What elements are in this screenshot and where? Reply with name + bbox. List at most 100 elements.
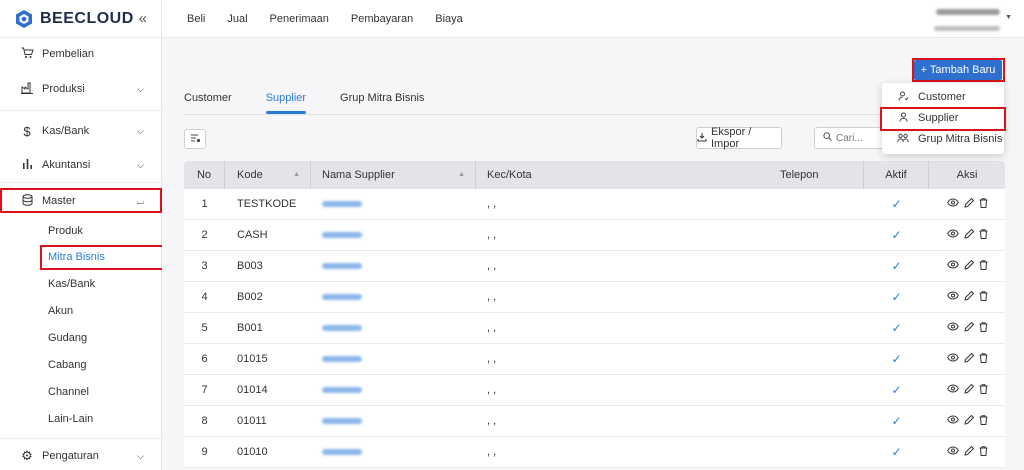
sidebar-sub-gudang[interactable]: Gudang bbox=[48, 329, 87, 347]
table-row[interactable]: 4 B002 , , ✓ bbox=[184, 282, 1005, 313]
search-input[interactable] bbox=[836, 132, 886, 144]
cell-no: 7 bbox=[201, 384, 208, 396]
table-row[interactable]: 9 01010 , , ✓ bbox=[184, 437, 1005, 468]
view-eye-icon[interactable] bbox=[946, 228, 959, 242]
table-row[interactable]: 2 CASH , , ✓ bbox=[184, 220, 1005, 251]
delete-trash-icon[interactable] bbox=[979, 383, 988, 397]
view-eye-icon[interactable] bbox=[946, 352, 959, 366]
sort-icon[interactable]: ▲ bbox=[293, 161, 300, 189]
sidebar-sub-akun[interactable]: Akun bbox=[48, 302, 73, 320]
delete-trash-icon[interactable] bbox=[979, 197, 988, 211]
cell-nama-supplier[interactable] bbox=[311, 384, 476, 396]
supplier-name-redacted[interactable] bbox=[322, 449, 362, 455]
cell-aktif: ✓ bbox=[864, 321, 929, 335]
view-eye-icon[interactable] bbox=[946, 290, 959, 304]
table-row[interactable]: 3 B003 , , ✓ bbox=[184, 251, 1005, 282]
delete-trash-icon[interactable] bbox=[979, 445, 988, 459]
sidebar-item-produksi[interactable]: Produksi ⌵ bbox=[0, 76, 162, 102]
supplier-name-redacted[interactable] bbox=[322, 418, 362, 424]
tab-customer[interactable]: Customer bbox=[184, 92, 232, 114]
edit-pencil-icon[interactable] bbox=[963, 445, 974, 459]
supplier-name-redacted[interactable] bbox=[322, 263, 362, 269]
table-row[interactable]: 5 B001 , , ✓ bbox=[184, 313, 1005, 344]
topnav-pembayaran[interactable]: Pembayaran bbox=[351, 13, 413, 25]
highlight-mitra-bisnis bbox=[40, 245, 164, 270]
sidebar-sub-kas-bank[interactable]: Kas/Bank bbox=[48, 275, 95, 293]
cell-aksi bbox=[929, 414, 1005, 428]
view-eye-icon[interactable] bbox=[946, 414, 959, 428]
cell-nama-supplier[interactable] bbox=[311, 415, 476, 427]
sort-icon[interactable]: ▲ bbox=[458, 161, 465, 189]
supplier-name-redacted[interactable] bbox=[322, 325, 362, 331]
cell-nama-supplier[interactable] bbox=[311, 198, 476, 210]
table-row[interactable]: 7 01014 , , ✓ bbox=[184, 375, 1005, 406]
dropdown-item-customer[interactable]: Customer bbox=[882, 87, 1004, 107]
delete-trash-icon[interactable] bbox=[979, 352, 988, 366]
topnav-penerimaan[interactable]: Penerimaan bbox=[270, 13, 329, 25]
cell-no: 2 bbox=[201, 229, 208, 241]
supplier-name-redacted[interactable] bbox=[322, 387, 362, 393]
sidebar-item-pembelian[interactable]: Pembelian bbox=[0, 41, 162, 67]
chevron-down-icon: ⌵ bbox=[137, 83, 144, 94]
edit-pencil-icon[interactable] bbox=[963, 197, 974, 211]
delete-trash-icon[interactable] bbox=[979, 321, 988, 335]
tab-supplier[interactable]: Supplier bbox=[265, 92, 307, 114]
edit-pencil-icon[interactable] bbox=[963, 259, 974, 273]
edit-pencil-icon[interactable] bbox=[963, 352, 974, 366]
topnav-beli[interactable]: Beli bbox=[187, 13, 205, 25]
view-eye-icon[interactable] bbox=[946, 321, 959, 335]
cell-no: 4 bbox=[201, 291, 208, 303]
delete-trash-icon[interactable] bbox=[979, 290, 988, 304]
cell-aksi bbox=[929, 228, 1005, 242]
supplier-name-redacted[interactable] bbox=[322, 294, 362, 300]
tab-grup-mitra-bisnis[interactable]: Grup Mitra Bisnis bbox=[340, 92, 424, 114]
cell-nama-supplier[interactable] bbox=[311, 229, 476, 241]
table-row[interactable]: 8 01011 , , ✓ bbox=[184, 406, 1005, 437]
supplier-name-redacted[interactable] bbox=[322, 201, 362, 207]
col-kode[interactable]: Kode ▲ bbox=[225, 161, 311, 189]
sidebar-item-kas-bank[interactable]: $ Kas/Bank ⌵ bbox=[0, 118, 162, 144]
topnav-biaya[interactable]: Biaya bbox=[435, 13, 463, 25]
col-nama-supplier[interactable]: Nama Supplier ▲ bbox=[311, 161, 476, 189]
topnav-jual[interactable]: Jual bbox=[227, 13, 247, 25]
supplier-name-redacted[interactable] bbox=[322, 232, 362, 238]
edit-pencil-icon[interactable] bbox=[963, 228, 974, 242]
view-eye-icon[interactable] bbox=[946, 445, 959, 459]
cell-kode: B003 bbox=[237, 260, 263, 272]
view-eye-icon[interactable] bbox=[946, 383, 959, 397]
view-eye-icon[interactable] bbox=[946, 259, 959, 273]
table-row[interactable]: 1 TESTKODE , , ✓ bbox=[184, 189, 1005, 220]
double-chevron-left-icon[interactable]: « bbox=[139, 10, 147, 27]
sidebar-item-pengaturan[interactable]: ⚙ Pengaturan ⌵ bbox=[0, 443, 162, 469]
cell-kec-kota: , , bbox=[487, 384, 497, 396]
cart-icon bbox=[20, 47, 34, 62]
col-nama-label: Nama Supplier bbox=[322, 169, 395, 181]
edit-pencil-icon[interactable] bbox=[963, 414, 974, 428]
user-menu[interactable] bbox=[934, 6, 1000, 34]
sidebar-sub-lain-lain[interactable]: Lain-Lain bbox=[48, 410, 93, 428]
sidebar-item-akuntansi[interactable]: Akuntansi ⌵ bbox=[0, 152, 162, 178]
table-row[interactable]: 6 01015 , , ✓ bbox=[184, 344, 1005, 375]
column-filter-button[interactable] bbox=[184, 129, 206, 149]
sidebar-sub-produk[interactable]: Produk bbox=[48, 222, 83, 240]
dropdown-item-grup-mitra-bisnis[interactable]: Grup Mitra Bisnis bbox=[882, 129, 1004, 149]
delete-trash-icon[interactable] bbox=[979, 228, 988, 242]
cell-nama-supplier[interactable] bbox=[311, 291, 476, 303]
cell-nama-supplier[interactable] bbox=[311, 446, 476, 458]
supplier-name-redacted[interactable] bbox=[322, 356, 362, 362]
cell-nama-supplier[interactable] bbox=[311, 260, 476, 272]
cell-aktif: ✓ bbox=[864, 228, 929, 242]
sidebar-sub-channel[interactable]: Channel bbox=[48, 383, 89, 401]
delete-trash-icon[interactable] bbox=[979, 259, 988, 273]
edit-pencil-icon[interactable] bbox=[963, 290, 974, 304]
edit-pencil-icon[interactable] bbox=[963, 321, 974, 335]
caret-down-icon[interactable]: ▼ bbox=[1005, 14, 1012, 21]
search-icon bbox=[823, 132, 832, 144]
cell-nama-supplier[interactable] bbox=[311, 322, 476, 334]
export-import-button[interactable]: Ekspor / Impor bbox=[696, 126, 782, 150]
view-eye-icon[interactable] bbox=[946, 197, 959, 211]
edit-pencil-icon[interactable] bbox=[963, 383, 974, 397]
sidebar-sub-cabang[interactable]: Cabang bbox=[48, 356, 87, 374]
cell-nama-supplier[interactable] bbox=[311, 353, 476, 365]
delete-trash-icon[interactable] bbox=[979, 414, 988, 428]
